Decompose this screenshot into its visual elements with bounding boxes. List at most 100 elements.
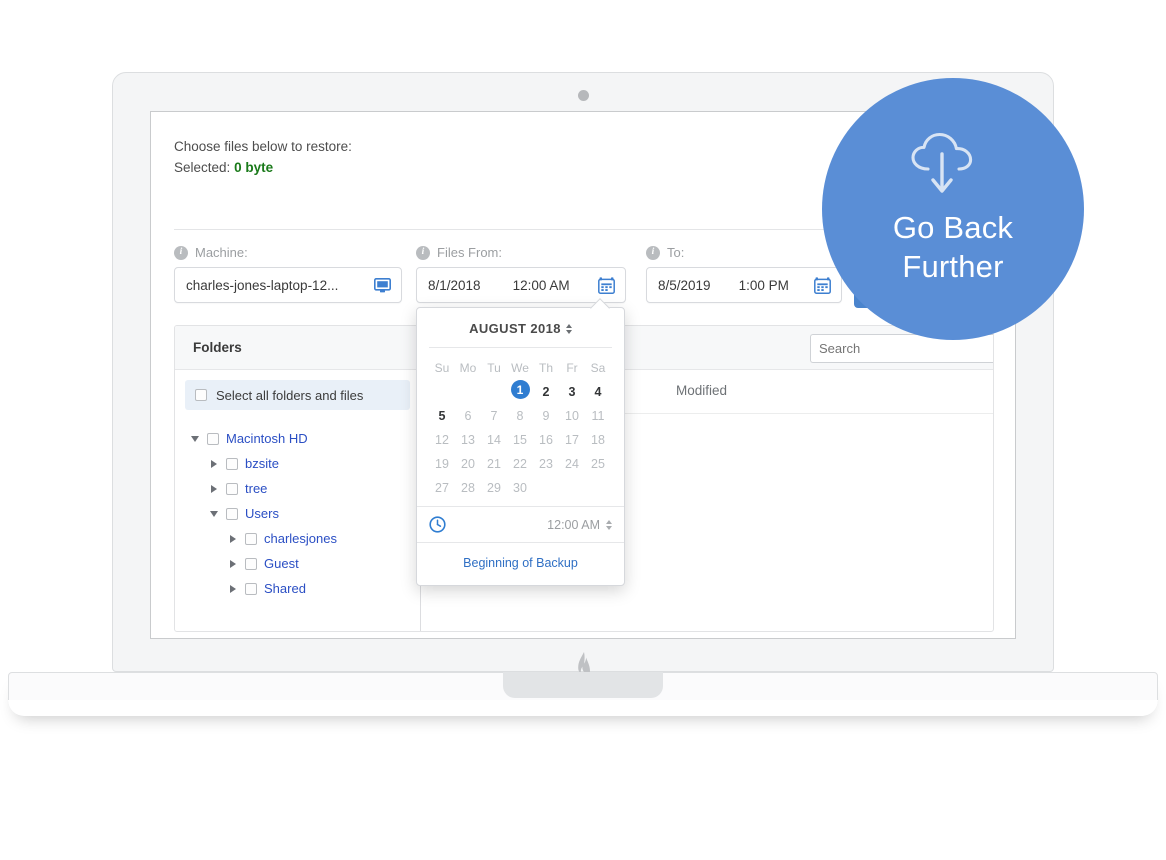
tree-item-users[interactable]: Users [175, 501, 420, 526]
calendar-icon[interactable] [814, 276, 841, 294]
calendar-day[interactable]: 4 [585, 380, 611, 404]
caret-down-icon[interactable] [208, 510, 219, 517]
calendar-day: 19 [435, 457, 449, 471]
tree-item-label: bzsite [245, 456, 279, 471]
updown-stepper-icon[interactable] [565, 323, 572, 334]
calendar-weekday: Th [538, 361, 553, 375]
tree-item-checkbox[interactable] [226, 457, 238, 470]
caret-right-icon[interactable] [227, 559, 238, 568]
info-icon[interactable]: i [416, 245, 430, 260]
calendar-weekday-row: Su Mo Tu We Th Fr Sa [429, 356, 612, 380]
select-all-checkbox[interactable] [195, 389, 207, 401]
tree-item-shared[interactable]: Shared [175, 576, 420, 601]
tree-item-checkbox[interactable] [245, 582, 257, 595]
tree-item-label: Guest [264, 556, 299, 571]
caret-right-icon[interactable] [208, 459, 219, 468]
to-field-group: i To: 8/5/2019 1:00 PM [646, 245, 842, 303]
illustration-stage: Choose files below to restore: Selected:… [0, 0, 1166, 860]
tree-item-checkbox[interactable] [207, 432, 219, 445]
machine-value: charles-jones-laptop-12... [186, 277, 339, 293]
calendar-weekday: Su [434, 361, 450, 375]
calendar-time-row[interactable]: 12:00 AM [417, 506, 624, 542]
selected-label: Selected: [174, 160, 231, 175]
go-back-further-badge[interactable]: Go Back Further [822, 78, 1084, 340]
calendar-day [455, 380, 481, 404]
calendar-time-value: 12:00 AM [547, 517, 600, 532]
tree-item-charlesjones[interactable]: charlesjones [175, 526, 420, 551]
laptop-base-lip [8, 700, 1158, 716]
column-modified: Modified [676, 383, 728, 398]
restore-intro: Choose files below to restore: Selected:… [174, 136, 352, 178]
folders-panel: Folders Select all folders and files Mac… [175, 326, 421, 631]
to-time: 1:00 PM [738, 277, 789, 293]
calendar-day: 21 [487, 457, 501, 471]
badge-text: Go Back Further [893, 208, 1013, 286]
calendar-weekday: Fr [566, 361, 578, 375]
tree-item-guest[interactable]: Guest [175, 551, 420, 576]
beginning-of-backup-link[interactable]: Beginning of Backup [463, 556, 578, 570]
tree-item-checkbox[interactable] [226, 507, 238, 520]
calendar-icon[interactable] [598, 276, 625, 294]
caret-right-icon[interactable] [227, 584, 238, 593]
calendar-day: 11 [591, 409, 605, 423]
tree-item-macintosh-hd[interactable]: Macintosh HD [175, 426, 420, 451]
badge-line-2: Further [902, 249, 1004, 284]
files-from-input[interactable]: 8/1/2018 12:00 AM [416, 267, 626, 303]
machine-select[interactable]: charles-jones-laptop-12... [174, 267, 402, 303]
info-icon[interactable]: i [174, 245, 188, 260]
info-icon[interactable]: i [646, 245, 660, 260]
to-label-row: i To: [646, 245, 842, 260]
to-input[interactable]: 8/5/2019 1:00 PM [646, 267, 842, 303]
tree-item-checkbox[interactable] [245, 532, 257, 545]
calendar-week-row: 5 6 7 8 9 10 11 [429, 404, 612, 428]
machine-field-group: i Machine: charles-jones-laptop-12... [174, 245, 402, 303]
calendar-day: 29 [487, 481, 501, 495]
calendar-day: 30 [513, 481, 527, 495]
files-from-label-row: i Files From: [416, 245, 626, 260]
caret-right-icon[interactable] [227, 534, 238, 543]
calendar-day [559, 476, 585, 500]
files-from-label: Files From: [437, 245, 502, 260]
calendar-weekday: Mo [459, 361, 477, 375]
calendar-day: 9 [542, 409, 550, 423]
calendar-day: 17 [565, 433, 579, 447]
folders-header-title: Folders [193, 340, 242, 355]
calendar-day: 7 [490, 409, 498, 423]
calendar-week-row: 12 13 14 15 16 17 18 [429, 428, 612, 452]
machine-label: Machine: [195, 245, 248, 260]
machine-label-row: i Machine: [174, 245, 402, 260]
select-all-label: Select all folders and files [216, 387, 364, 403]
calendar-day: 8 [516, 409, 524, 423]
selected-line: Selected: 0 byte [174, 157, 352, 178]
caret-down-icon[interactable] [189, 435, 200, 442]
calendar-day: 22 [513, 457, 527, 471]
calendar-popup: AUGUST 2018 Su Mo Tu We Th Fr Sa 1 2 3 4 5 6 7 8 9 10 11… [416, 298, 625, 586]
calendar-day: 10 [565, 409, 579, 423]
calendar-day [481, 380, 507, 404]
calendar-day: 14 [487, 433, 501, 447]
tree-item-label: tree [245, 481, 268, 496]
tree-item-tree[interactable]: tree [175, 476, 420, 501]
monitor-icon [374, 277, 401, 293]
calendar-title-row[interactable]: AUGUST 2018 [417, 308, 624, 347]
intro-line: Choose files below to restore: [174, 139, 352, 154]
calendar-day: 25 [591, 457, 605, 471]
calendar-day[interactable]: 5 [429, 404, 455, 428]
select-all-row[interactable]: Select all folders and files [185, 380, 410, 410]
tree-item-bzsite[interactable]: bzsite [175, 451, 420, 476]
calendar-day-selected[interactable]: 1 [510, 380, 530, 399]
caret-right-icon[interactable] [208, 484, 219, 493]
calendar-day: 16 [539, 433, 553, 447]
calendar-week-row: 1234 [429, 380, 612, 404]
calendar-day [429, 380, 455, 404]
calendar-week-row: 27 28 29 30 [429, 476, 612, 500]
calendar-day[interactable]: 3 [559, 380, 585, 404]
tree-item-checkbox[interactable] [226, 482, 238, 495]
to-label: To: [667, 245, 685, 260]
tree-item-checkbox[interactable] [245, 557, 257, 570]
clock-icon [429, 516, 446, 533]
calendar-day: 28 [461, 481, 475, 495]
time-stepper-icon[interactable] [606, 519, 612, 530]
badge-line-1: Go Back [892, 210, 1014, 245]
calendar-day[interactable]: 2 [533, 380, 559, 404]
